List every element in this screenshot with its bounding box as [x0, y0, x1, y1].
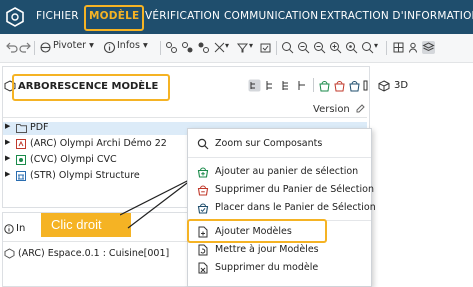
context-menu: Zoom sur Composants Ajouter au panier de…	[187, 128, 376, 287]
app-logo-icon[interactable]	[4, 6, 26, 28]
ctx-remove-model[interactable]: Supprimer du modèle	[188, 259, 371, 277]
layers-icon[interactable]	[422, 41, 435, 54]
update-document-icon	[198, 244, 208, 256]
info-icon	[103, 41, 116, 54]
zoom-out-icon[interactable]	[313, 41, 326, 54]
architecture-model-icon	[16, 139, 26, 149]
infos-button[interactable]: Infos ▾	[117, 40, 148, 51]
menu-fichier[interactable]: FICHIER	[36, 10, 79, 22]
tree-expand-icon[interactable]	[280, 79, 293, 92]
tree-row-arc[interactable]: ▶ (ARC) Olympi Archi Démo 22	[3, 138, 203, 151]
zoom-fit-icon[interactable]	[281, 41, 294, 54]
structure-model-icon	[16, 171, 26, 181]
visibility-filter-icon[interactable]	[236, 41, 249, 54]
info-circle-icon	[4, 224, 14, 234]
tree-view-icon[interactable]	[248, 79, 261, 92]
tree-row-cvc[interactable]: ▶ (CVC) Olympi CVC	[3, 154, 203, 167]
select-type-icon[interactable]	[181, 41, 194, 54]
panel-menu-icon[interactable]	[363, 79, 368, 92]
expand-arrow-icon[interactable]: ▶	[5, 138, 10, 146]
select-dropdown-arrow[interactable]: ▾	[225, 41, 229, 50]
space-element-icon	[4, 248, 15, 259]
ctx-update-models[interactable]: Mettre à jour Modèles	[188, 241, 371, 259]
undo-icon[interactable]	[5, 41, 18, 54]
highlight-menu-modele	[84, 5, 144, 31]
info-panel-title: In	[16, 223, 26, 234]
redo-icon[interactable]	[19, 41, 32, 54]
cube-icon	[378, 80, 390, 92]
selected-element-label: (ARC) Espace.0.1 : Cuisine[001]	[18, 248, 170, 259]
version-column-label: Version	[313, 104, 350, 115]
basket-icon-3[interactable]	[348, 79, 361, 92]
zoom-in-icon[interactable]	[329, 41, 342, 54]
highlight-add-models	[187, 219, 327, 243]
zoom-dropdown-arrow[interactable]: ▾	[374, 41, 378, 50]
menu-communication[interactable]: COMMUNICATION	[224, 10, 318, 22]
highlight-panel-title	[12, 74, 170, 101]
expand-arrow-icon[interactable]: ▶	[5, 122, 10, 130]
expand-arrow-icon[interactable]: ▶	[5, 154, 10, 162]
ctx-remove-from-basket[interactable]: Supprimer du Panier de Sélection	[188, 181, 374, 199]
layout-grid-icon[interactable]	[392, 41, 405, 54]
remove-document-icon	[198, 262, 208, 274]
menu-extraction[interactable]: EXTRACTION D'INFORMATIONS	[320, 10, 473, 22]
expand-arrow-icon[interactable]: ▶	[5, 170, 10, 178]
search-icon	[197, 138, 209, 150]
zoom-extents-icon[interactable]	[361, 41, 374, 54]
zoom-window-icon[interactable]	[297, 41, 310, 54]
basket-icon-2[interactable]	[333, 79, 346, 92]
edit-icon[interactable]	[355, 103, 366, 114]
basket-add-icon	[197, 167, 209, 178]
toolbar: Pivoter ▾ Infos ▾ ▾ ▾ ▾	[0, 34, 473, 63]
ctx-place-in-basket[interactable]: Placer dans le Panier de Sélection	[188, 199, 376, 217]
select-similar-icon[interactable]	[197, 41, 210, 54]
tree-view-alt-icon[interactable]	[264, 79, 277, 92]
ctx-zoom-components[interactable]: Zoom sur Composants	[188, 135, 371, 153]
zoom-selection-icon[interactable]	[345, 41, 358, 54]
tree-collapse-icon[interactable]	[296, 79, 309, 92]
section-box-icon[interactable]	[259, 41, 272, 54]
top-menu-bar: FICHIER MODÈLE VÉRIFICATION COMMUNICATIO…	[0, 0, 473, 34]
folder-icon	[16, 124, 27, 133]
select-tool-icon[interactable]	[165, 41, 178, 54]
pivoter-button[interactable]: Pivoter ▾	[53, 40, 94, 51]
menu-verification[interactable]: VÉRIFICATION	[145, 10, 220, 22]
visibility-dropdown-arrow[interactable]: ▾	[249, 41, 253, 50]
basket-place-icon	[197, 203, 209, 214]
hvac-model-icon	[16, 155, 26, 165]
basket-icon-1[interactable]	[318, 79, 331, 92]
pivot-icon	[40, 42, 51, 53]
ctx-add-to-basket[interactable]: Ajouter au panier de sélection	[188, 163, 371, 181]
users-icon[interactable]	[408, 41, 421, 54]
basket-remove-icon	[197, 185, 209, 196]
callout-annotation: Clic droit	[41, 213, 131, 237]
